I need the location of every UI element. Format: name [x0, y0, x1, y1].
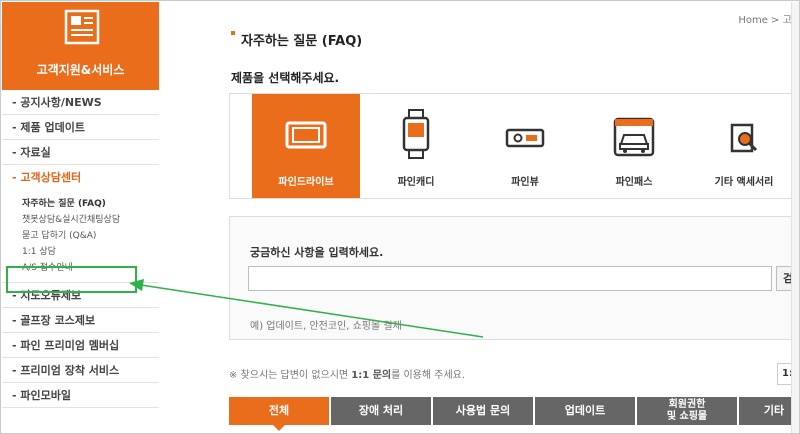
- product-label: 기타 액세서리: [714, 177, 774, 188]
- tab-update[interactable]: 업데이트: [535, 397, 635, 425]
- notice-pre: ※ 찾으시는 답변이 없으시면: [229, 370, 352, 381]
- product-label: 파인드라이브: [278, 177, 334, 188]
- sidebar-item-downloads[interactable]: - 자료실: [2, 140, 159, 165]
- document-icon: [64, 9, 100, 45]
- magnifier-document-icon: [730, 123, 758, 153]
- scrollbar[interactable]: [791, 2, 799, 433]
- faq-category-tabs: 전체 장애 처리 사용법 문의 업데이트 회원권한 및 쇼핑몰 기타: [229, 397, 799, 431]
- search-panel: 궁금하신 사항을 입력하세요. 검색 예) 업데이트, 안전코인, 쇼핑몰 결제: [229, 216, 799, 340]
- sidebar-item-support-center[interactable]: - 고객상담센터: [2, 165, 159, 190]
- sidebar-item-premium-install[interactable]: - 프리미엄 장착 서비스: [2, 358, 159, 383]
- sidebar-item-mobile[interactable]: - 파인모바일: [2, 383, 159, 408]
- tab-line-1: 회원권한: [668, 399, 706, 410]
- product-selector: 파인드라이브 파인캐디 파인뷰 파인패스 기타 액세서리: [229, 93, 799, 199]
- submenu-item-chatbot[interactable]: 챗봇상담&실시간채팅상담: [22, 212, 159, 228]
- submenu-item-qna[interactable]: 묻고 답하기 (Q&A): [22, 228, 159, 244]
- sidebar: 고객지원&서비스 - 공지사항/NEWS - 제품 업데이트 - 자료실 - 고…: [2, 2, 159, 433]
- active-tab-arrow: [273, 425, 285, 431]
- product-label: 파인캐디: [397, 177, 435, 188]
- sidebar-title: 고객지원&서비스: [36, 63, 125, 77]
- product-label: 파인뷰: [511, 177, 539, 188]
- tab-usage[interactable]: 사용법 문의: [433, 397, 533, 425]
- product-finecaddie[interactable]: 파인캐디: [362, 94, 470, 198]
- highlight-box: [6, 266, 137, 293]
- sidebar-menu: - 공지사항/NEWS - 제품 업데이트 - 자료실 - 고객상담센터 자주하…: [2, 90, 159, 408]
- product-fineview[interactable]: 파인뷰: [471, 94, 579, 198]
- navigation-monitor-icon: [285, 121, 327, 149]
- search-example: 예) 업데이트, 안전코인, 쇼핑몰 결제: [250, 321, 402, 332]
- car-toll-icon: [613, 117, 655, 157]
- submenu-item-one-to-one[interactable]: 1:1 상담: [22, 244, 159, 260]
- notice-text: ※ 찾으시는 답변이 없으시면 1:1 문의를 이용해 주세요.: [229, 366, 465, 381]
- search-input[interactable]: [248, 266, 772, 291]
- page-title: 자주하는 질문 (FAQ): [241, 34, 363, 49]
- submenu-item-faq[interactable]: 자주하는 질문 (FAQ): [22, 196, 159, 212]
- tab-troubleshooting[interactable]: 장애 처리: [331, 397, 431, 425]
- search-label: 궁금하신 사항을 입력하세요.: [250, 246, 384, 259]
- golf-watch-icon: [402, 109, 430, 159]
- sidebar-header: 고객지원&서비스: [2, 2, 159, 90]
- select-product-label: 제품을 선택해주세요.: [231, 71, 340, 85]
- main-content: Home > 고객 자주하는 질문 (FAQ) 제품을 선택해주세요. 파인드라…: [161, 1, 799, 433]
- sidebar-item-premium-membership[interactable]: - 파인 프리미엄 멤버십: [2, 333, 159, 358]
- window-frame: 고객지원&서비스 - 공지사항/NEWS - 제품 업데이트 - 자료실 - 고…: [0, 0, 800, 434]
- sidebar-item-notice[interactable]: - 공지사항/NEWS: [2, 90, 159, 115]
- dashcam-icon: [505, 128, 545, 148]
- tab-line-2: 및 쇼핑몰: [666, 411, 708, 422]
- one-to-one-link[interactable]: 1:1 문의: [351, 370, 391, 381]
- sidebar-item-golf-course[interactable]: - 골프장 코스제보: [2, 308, 159, 333]
- product-finedrive[interactable]: 파인드라이브: [252, 94, 360, 198]
- title-bullet: [231, 31, 235, 35]
- notice-post: 를 이용해 주세요.: [391, 370, 466, 381]
- tab-all[interactable]: 전체: [229, 397, 329, 425]
- tab-membership-shop[interactable]: 회원권한 및 쇼핑몰: [637, 397, 737, 425]
- product-finepass[interactable]: 파인패스: [580, 94, 688, 198]
- sidebar-item-product-update[interactable]: - 제품 업데이트: [2, 115, 159, 140]
- product-label: 파인패스: [615, 177, 653, 188]
- product-accessories[interactable]: 기타 액세서리: [690, 94, 798, 198]
